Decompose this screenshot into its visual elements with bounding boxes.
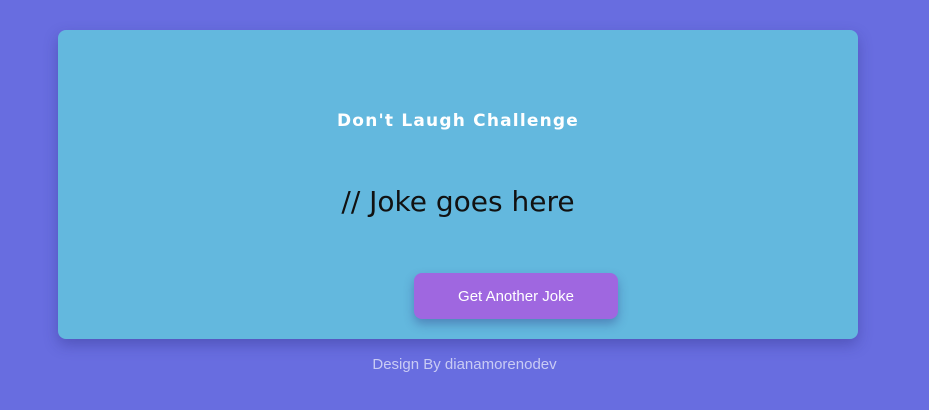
joke-card: Don't Laugh Challenge // Joke goes here … xyxy=(58,30,858,339)
joke-text: // Joke goes here xyxy=(341,185,575,218)
footer-credit: Design By dianamorenodev xyxy=(372,356,557,373)
page-title: Don't Laugh Challenge xyxy=(337,111,579,131)
get-another-joke-button[interactable]: Get Another Joke xyxy=(414,273,618,319)
